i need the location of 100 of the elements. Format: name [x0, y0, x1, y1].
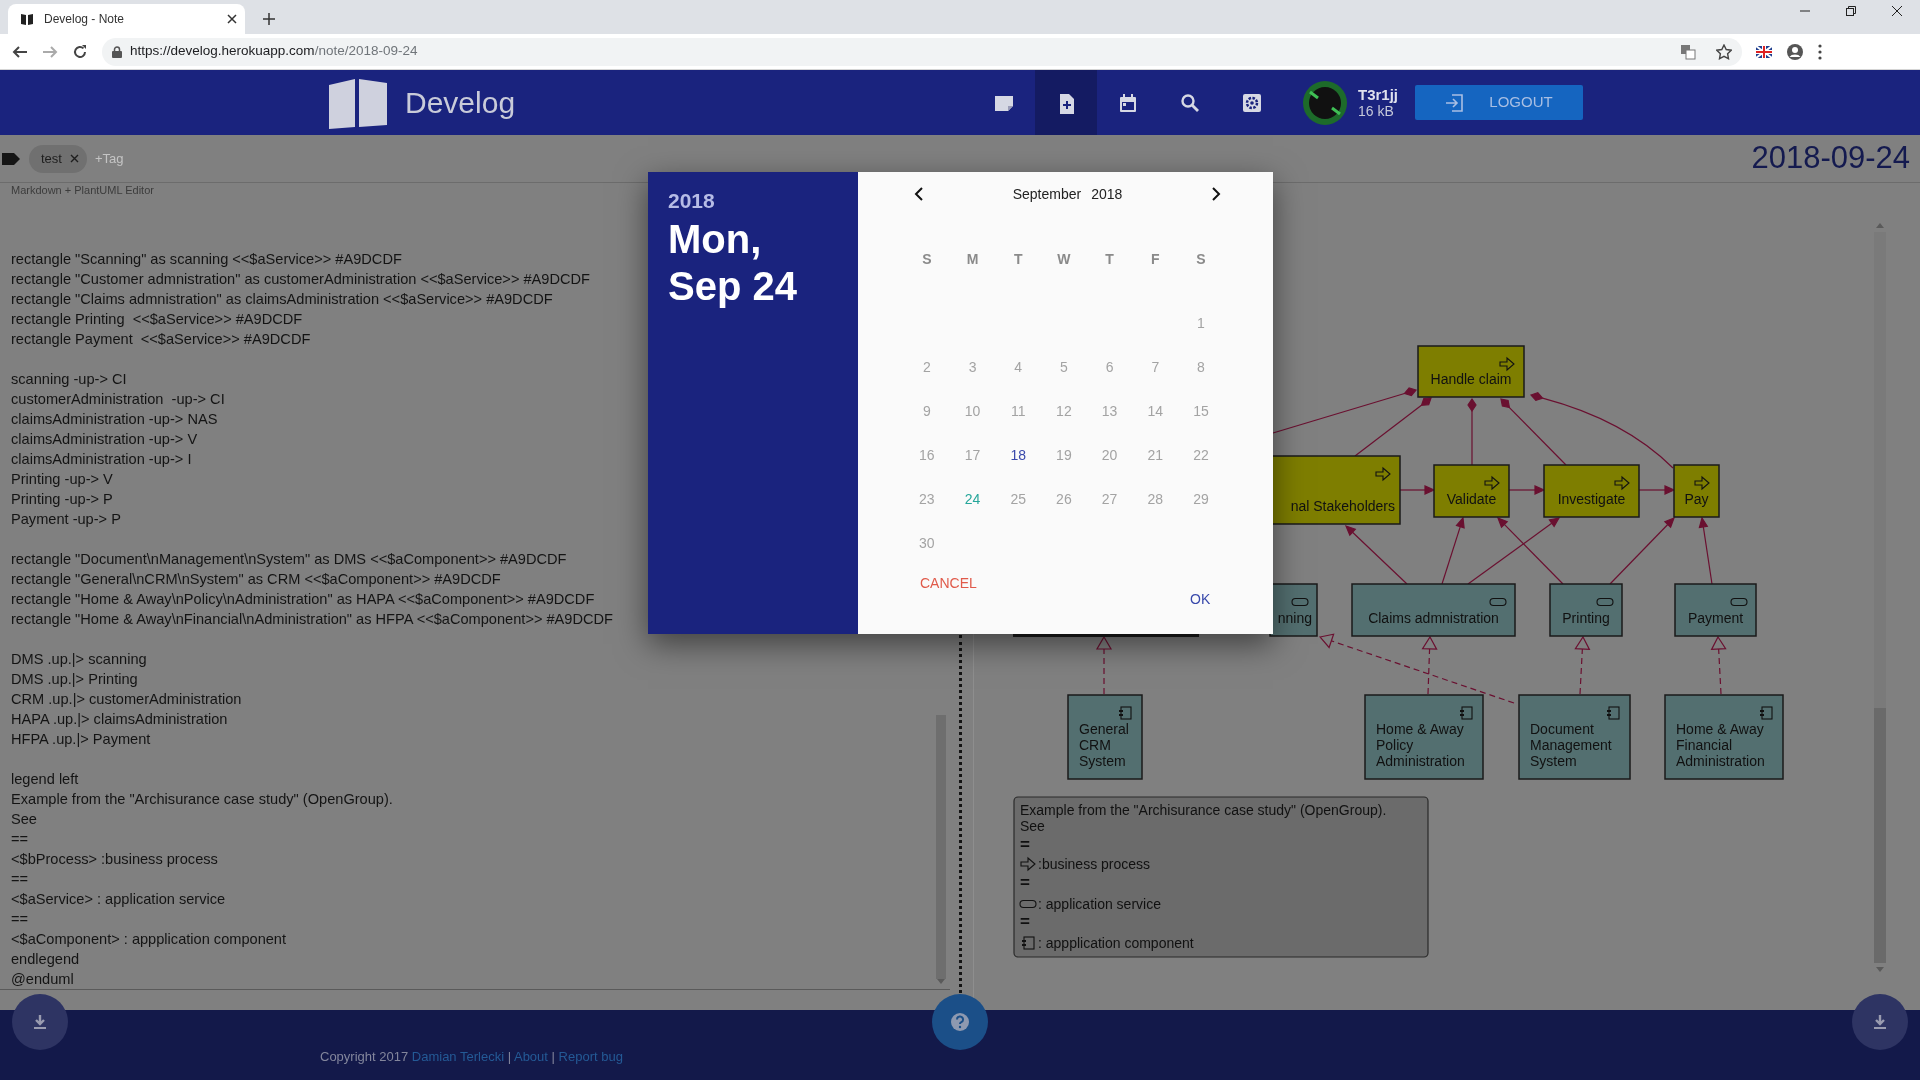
arrow-icon — [1499, 356, 1515, 372]
year-label[interactable]: 2018 — [668, 186, 838, 216]
copyright-text: Copyright 2017 Damian Terlecki | About | Report bug — [320, 1048, 623, 1066]
download-button[interactable] — [1852, 994, 1908, 1050]
day-cell[interactable]: 15 — [1178, 389, 1224, 433]
restore-icon[interactable] — [1846, 6, 1856, 16]
node-label: System — [1530, 753, 1577, 769]
new-tab-icon[interactable] — [263, 13, 275, 25]
day-cell[interactable]: 18 — [995, 433, 1042, 477]
day-cell[interactable]: 29 — [1178, 477, 1224, 521]
legend-separator: = — [1020, 912, 1030, 931]
node-label: Home & Away — [1676, 721, 1764, 737]
previous-month-button[interactable] — [914, 187, 924, 201]
download-icon — [32, 1014, 48, 1030]
menu-icon[interactable] — [1818, 43, 1822, 60]
weekday-label: W — [1056, 249, 1072, 269]
code-line: == — [11, 910, 29, 929]
nav-button[interactable] — [1034, 70, 1097, 135]
code-line: <$aComponent> : appplication component — [11, 930, 287, 949]
legend-separator: = — [1020, 835, 1030, 854]
selected-date: Mon, Sep 24 — [668, 216, 798, 310]
user-avatar — [1301, 79, 1348, 126]
node-label: Pay — [1684, 491, 1709, 507]
lock-icon — [112, 45, 122, 58]
connector-arrow — [1441, 516, 1465, 585]
close-icon[interactable] — [1892, 6, 1902, 16]
service-icon — [1596, 597, 1614, 607]
back-icon[interactable] — [12, 43, 28, 60]
process-node — [1673, 464, 1720, 518]
day-cell[interactable]: 20 — [1086, 433, 1133, 477]
remove-tag-icon[interactable] — [69, 154, 79, 163]
day-cell[interactable]: 14 — [1132, 389, 1179, 433]
day-cell[interactable]: 10 — [949, 389, 996, 433]
help-button[interactable] — [932, 994, 988, 1050]
ok-button[interactable]: OK — [1190, 589, 1211, 609]
star-icon[interactable] — [1716, 43, 1732, 60]
code-line: legend left — [11, 770, 79, 789]
day-cell[interactable]: 19 — [1041, 433, 1087, 477]
day-cell[interactable]: 28 — [1132, 477, 1179, 521]
next-month-button[interactable] — [1211, 187, 1221, 201]
day-cell[interactable]: 30 — [904, 521, 950, 565]
reload-icon[interactable] — [72, 43, 88, 60]
footer-link[interactable]: About — [513, 1049, 548, 1064]
day-cell[interactable]: 21 — [1132, 433, 1179, 477]
connector-arrow — [1698, 516, 1713, 585]
code-line: rectangle "Scanning" as scanning <<$aService>> #A9DCDF — [11, 250, 402, 269]
connector-arrow — [1496, 516, 1564, 585]
legend-text: See — [1020, 818, 1045, 834]
day-cell[interactable]: 27 — [1086, 477, 1133, 521]
day-cell[interactable]: 6 — [1086, 345, 1133, 389]
code-line: claimsAdministration -up-> NAS — [11, 410, 218, 429]
year-label: 2018 — [1091, 184, 1123, 204]
code-line: HFPA .up.|> Payment — [11, 730, 151, 749]
profile-icon[interactable] — [1786, 42, 1804, 61]
node-label: nning — [1277, 610, 1312, 626]
day-cell[interactable]: 2 — [904, 345, 950, 389]
day-cell[interactable]: 22 — [1178, 433, 1224, 477]
day-cell[interactable]: 7 — [1132, 345, 1179, 389]
tab-title: Develog - Note — [44, 11, 126, 28]
arrow-icon — [1020, 856, 1036, 872]
tag-input[interactable]: +Tag — [92, 147, 173, 170]
cancel-button[interactable]: CANCEL — [920, 573, 977, 593]
day-cell[interactable]: 23 — [904, 477, 950, 521]
close-icon[interactable] — [227, 14, 237, 24]
legend-text: Example from the "Archisurance case study" (OpenGroup). — [1020, 802, 1387, 818]
day-cell[interactable]: 13 — [1086, 389, 1133, 433]
day-cell[interactable]: 25 — [995, 477, 1042, 521]
code-line: See — [11, 810, 37, 829]
day-cell[interactable]: 17 — [949, 433, 996, 477]
splitter[interactable] — [958, 635, 962, 993]
node-label: System — [1079, 753, 1126, 769]
node-label: CRM — [1079, 737, 1111, 753]
legend-text: : appplication component — [1038, 935, 1194, 951]
day-cell[interactable]: 12 — [1041, 389, 1087, 433]
day-cell[interactable]: 9 — [904, 389, 950, 433]
download-button[interactable] — [12, 994, 68, 1050]
node-label: Management — [1530, 737, 1612, 753]
day-cell[interactable]: 16 — [904, 433, 950, 477]
day-cell[interactable]: 3 — [949, 345, 996, 389]
day-cell[interactable]: 11 — [995, 389, 1042, 433]
day-cell[interactable]: 26 — [1041, 477, 1087, 521]
help-icon — [950, 1012, 970, 1032]
scroll-thumb[interactable] — [936, 715, 946, 979]
url-text[interactable]: https://develog.herokuapp.com/note/2018-09-24 — [130, 41, 418, 62]
code-line: Printing -up-> V — [11, 470, 113, 489]
code-line: rectangle Payment <<$aService>> #A9DCDF — [11, 330, 311, 349]
day-cell[interactable]: 24 — [949, 477, 996, 521]
code-line: == — [11, 830, 29, 849]
day-cell[interactable]: 5 — [1041, 345, 1087, 389]
day-cell[interactable]: 8 — [1178, 345, 1224, 389]
code-line: claimsAdministration -up-> V — [11, 430, 198, 449]
day-cell[interactable]: 4 — [995, 345, 1042, 389]
code-line: customerAdministration -up-> CI — [11, 390, 225, 409]
footer-link[interactable]: Report bug — [558, 1049, 623, 1064]
code-line: Example from the "Archisurance case study" (OpenGroup). — [11, 790, 393, 809]
footer-link[interactable]: Damian Terlecki — [411, 1049, 505, 1064]
day-cell[interactable]: 1 — [1178, 301, 1224, 345]
flag-icon[interactable] — [1756, 45, 1772, 58]
logout-button[interactable]: LOGOUT — [1415, 85, 1583, 120]
translate-icon[interactable] — [1680, 43, 1696, 60]
